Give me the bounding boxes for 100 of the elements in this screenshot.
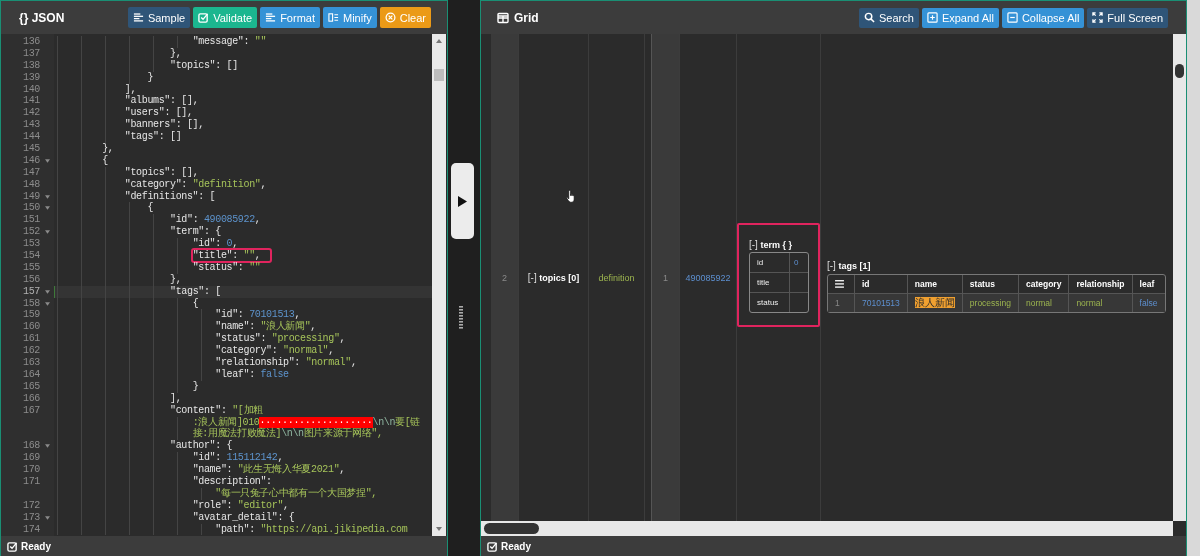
json-punctuation: : [249,368,256,380]
json-punctuation: , [294,309,301,321]
json-string: 图片来源于网络", [303,428,383,440]
fold-arrow-icon[interactable] [45,206,50,211]
json-punctuation: : [226,499,234,511]
line-number: 167 [23,404,40,417]
compress-icon [327,12,339,23]
fullscreen-icon [1092,12,1104,23]
table-cell: id [757,257,764,267]
table-cell: false [1139,298,1158,308]
json-punctuation: , [328,345,334,357]
json-key: "tags" [124,131,159,143]
json-punctuation: , [232,238,238,250]
json-punctuation: : [], [170,166,199,178]
line-number: 171 [23,475,40,488]
row-number: 1 [663,272,668,283]
scrollbar[interactable] [432,34,446,536]
menu-icon[interactable] [835,280,844,288]
json-punctuation: , [260,178,267,190]
redaction-mark: ···················· [259,416,373,428]
scroll-down-icon[interactable] [436,527,442,531]
minus-square-icon [1006,12,1018,23]
line-number: 162 [23,345,40,358]
json-key: "topics" [170,59,216,71]
line-number: 157 [23,285,40,298]
json-string: :浪人新闻]010 [192,416,260,428]
status-text: Ready [21,540,51,552]
json-punctuation: : [249,321,256,333]
line-number: 148 [23,178,40,191]
fold-arrow-icon[interactable] [45,230,50,235]
align-icon [265,12,277,23]
line-number: 153 [23,238,40,251]
json-string: "此生无悔入华夏2021" [237,464,340,476]
json-string: 要[链 [395,416,421,428]
collapse-toggle[interactable]: [-] [749,238,758,250]
line-number: 141 [23,95,40,108]
line-number: 169 [23,452,40,465]
scrollbar-thumb[interactable] [434,69,444,81]
scrollbar-thumb[interactable] [1175,64,1184,78]
json-key: "definitions" [124,190,199,202]
json-punctuation: { [147,202,154,214]
scrollbar-thumb[interactable] [484,523,539,534]
json-key: "relationship" [215,357,295,369]
json-punctuation: } [147,71,154,83]
arrow-right-icon [458,195,467,207]
json-key: "id" [192,452,216,464]
fold-arrow-icon[interactable] [45,194,50,199]
json-string: 接:用魔法打败魔法] [192,428,282,440]
json-number: 70101513 [249,309,295,321]
table-cell: title [757,277,770,287]
json-key: "description" [192,475,267,487]
fold-arrow-icon[interactable] [45,515,50,520]
json-punctuation: : [], [164,107,193,119]
json-punctuation: : [ [198,190,216,202]
json-key: "status" [192,261,238,273]
json-punctuation: : [] [215,59,238,71]
json-number: false [260,368,289,380]
column-header[interactable]: category [1025,279,1062,289]
collapse-toggle-button[interactable] [451,163,474,239]
line-number: 166 [23,392,40,405]
column-header[interactable]: status [969,279,995,289]
column-header[interactable]: id [862,279,870,289]
collapse-toggle[interactable]: [-] [827,260,836,271]
json-punctuation: : [226,464,234,476]
search-button[interactable]: Search [859,7,919,28]
json-key: "id" [215,309,238,321]
table-cell: normal [1025,298,1052,308]
line-number: 144 [23,131,40,144]
collapse-toggle[interactable]: [-] [527,272,537,283]
fold-arrow-icon[interactable] [45,289,50,294]
column-header[interactable]: leaf [1139,279,1155,289]
drag-handle-icon[interactable] [459,306,463,330]
json-key: "path" [215,523,250,535]
fold-arrow-icon[interactable] [45,158,50,163]
column-header[interactable]: name [914,279,938,289]
scrollbar[interactable] [1173,34,1186,521]
line-number: 140 [23,83,40,96]
json-key: "category" [215,345,272,357]
table-cell: processing [969,298,1011,308]
sample-button[interactable]: Sample [127,7,191,28]
json-number: 0 [226,238,233,250]
json-punctuation: : [ [203,285,221,297]
json-key: "albums" [124,95,171,107]
json-key: "status" [215,333,261,345]
scroll-up-icon[interactable] [436,39,442,43]
hand-cursor-icon [566,189,577,203]
scrollbar[interactable] [481,521,1173,536]
fold-arrow-icon[interactable] [45,444,50,449]
line-number: 172 [23,499,40,512]
json-string: "definition" [192,178,261,190]
json-punctuation: , [277,452,284,464]
search-icon [864,12,876,23]
line-number: 161 [23,333,40,346]
json-punctuation: { [192,297,199,309]
fold-arrow-icon[interactable] [45,301,50,306]
json-punctuation: : [], [170,95,199,107]
json-string: "" [249,261,261,273]
column-header[interactable]: relationship [1076,279,1125,289]
full-screen-button[interactable]: Full Screen [1087,7,1168,28]
json-key: "id" [192,238,216,250]
